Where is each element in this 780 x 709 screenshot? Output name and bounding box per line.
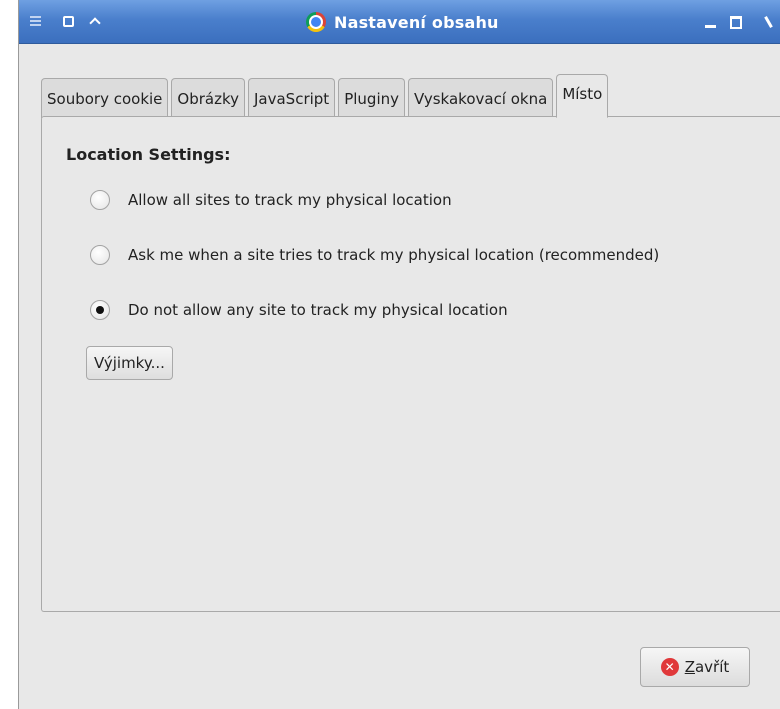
tab-popups[interactable]: Vyskakovací okna [408,78,554,118]
option-ask[interactable]: Ask me when a site tries to track my phy… [90,243,659,267]
window-title-group: Nastavení obsahu [306,10,499,34]
tab-location[interactable]: Místo [556,74,609,118]
radio-allow-all[interactable] [90,190,110,210]
tab-javascript[interactable]: JavaScript [248,78,336,118]
radio-ask[interactable] [90,245,110,265]
close-window-icon[interactable] [763,13,780,31]
tab-images[interactable]: Obrázky [171,78,245,118]
location-settings-panel: Location Settings: Allow all sites to tr… [41,116,780,612]
tab-plugins[interactable]: Pluginy [338,78,405,118]
settings-tabs: Soubory cookie Obrázky JavaScript Plugin… [41,74,611,118]
option-allow-all[interactable]: Allow all sites to track my physical loc… [90,188,452,212]
window-title: Nastavení obsahu [334,12,499,32]
chrome-logo-icon [306,12,326,32]
close-label-rest: avřít [694,658,730,676]
close-mnemonic: Z [684,658,695,676]
maximize-icon[interactable] [726,13,746,31]
close-x-icon: ✕ [660,658,679,676]
shade-window-icon[interactable] [85,13,105,31]
content-settings-window: Nastavení obsahu Soubory cookie Obrázky … [18,0,780,709]
section-title: Location Settings: [66,145,231,164]
minimize-icon[interactable] [701,13,721,31]
option-label: Do not allow any site to track my physic… [128,301,508,319]
option-label: Allow all sites to track my physical loc… [128,191,452,209]
close-button-label: Zavřít [685,658,730,676]
radio-block[interactable] [90,300,110,320]
option-block[interactable]: Do not allow any site to track my physic… [90,298,508,322]
sticky-window-icon[interactable] [59,13,79,31]
exceptions-button[interactable]: Výjimky... [86,346,173,380]
close-button[interactable]: ✕ Zavřít [640,647,750,687]
title-bar[interactable]: Nastavení obsahu [19,0,780,44]
tab-cookies[interactable]: Soubory cookie [41,78,169,118]
window-menu-icon[interactable] [27,13,47,31]
option-label: Ask me when a site tries to track my phy… [128,246,660,264]
